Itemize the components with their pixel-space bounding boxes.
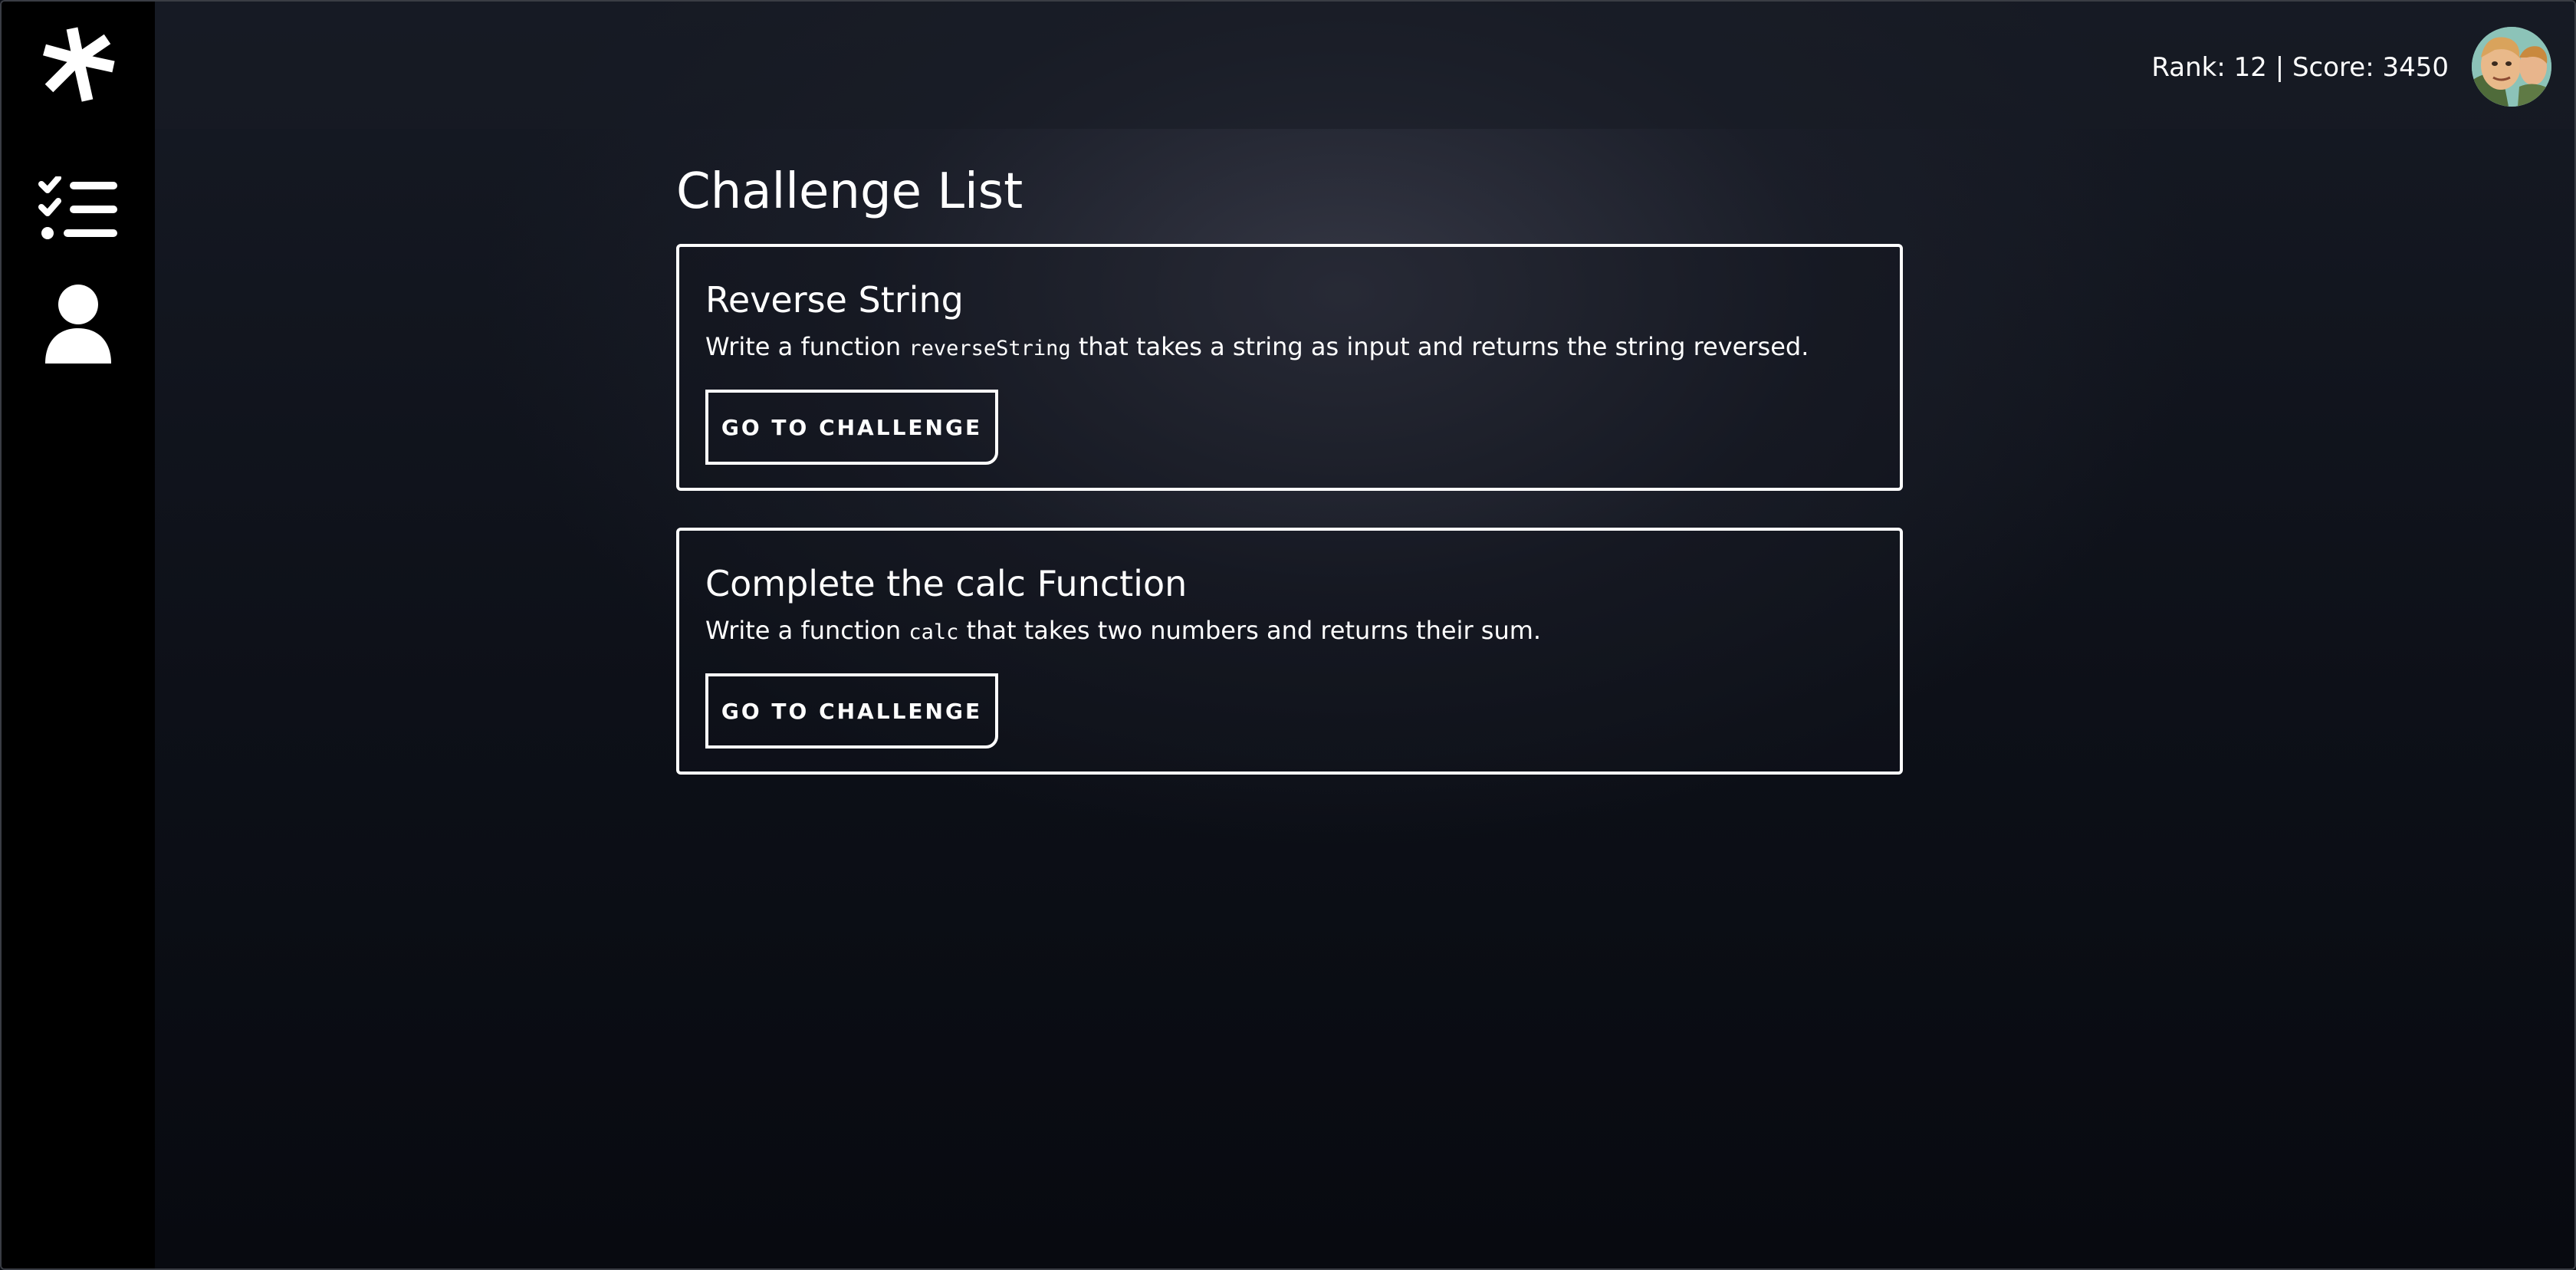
challenge-title: Complete the calc Function bbox=[705, 563, 1188, 604]
rank-score-text: Rank: 12 | Score: 3450 bbox=[2151, 52, 2449, 83]
page-title: Challenge List bbox=[676, 163, 1024, 220]
main-content: Challenge List Reverse String Write a fu… bbox=[676, 155, 1903, 811]
avatar[interactable] bbox=[2472, 27, 2551, 107]
description-text: that takes a string as input and returns… bbox=[1070, 332, 1809, 361]
go-to-challenge-button[interactable]: GO TO CHALLENGE bbox=[705, 390, 998, 465]
description-text: Write a function bbox=[705, 332, 909, 361]
sidebar-item-profile[interactable] bbox=[32, 278, 124, 370]
challenge-card: Complete the calc Function Write a funct… bbox=[676, 528, 1903, 775]
challenge-card: Reverse String Write a function reverseS… bbox=[676, 244, 1903, 491]
challenge-description: Write a function reverseString that take… bbox=[705, 330, 1809, 366]
user-icon bbox=[45, 285, 111, 364]
top-bar: Rank: 12 | Score: 3450 bbox=[155, 2, 2574, 129]
description-text: Write a function bbox=[705, 616, 909, 645]
app-window: Rank: 12 | Score: 3450 Challenge List Re… bbox=[0, 0, 2576, 1270]
challenge-description: Write a function calc that takes two num… bbox=[705, 614, 1541, 650]
function-name-code: reverseString bbox=[909, 337, 1071, 360]
avatar-image bbox=[2472, 27, 2551, 107]
checklist-icon bbox=[38, 176, 117, 239]
go-to-challenge-button[interactable]: GO TO CHALLENGE bbox=[705, 673, 998, 749]
function-name-code: calc bbox=[909, 620, 959, 644]
description-text: that takes two numbers and returns their… bbox=[958, 616, 1542, 645]
sidebar bbox=[2, 2, 155, 1268]
sidebar-item-challenges[interactable] bbox=[32, 163, 124, 255]
logo-button[interactable] bbox=[32, 18, 124, 110]
logo-icon bbox=[43, 27, 115, 102]
challenge-title: Reverse String bbox=[705, 279, 964, 321]
